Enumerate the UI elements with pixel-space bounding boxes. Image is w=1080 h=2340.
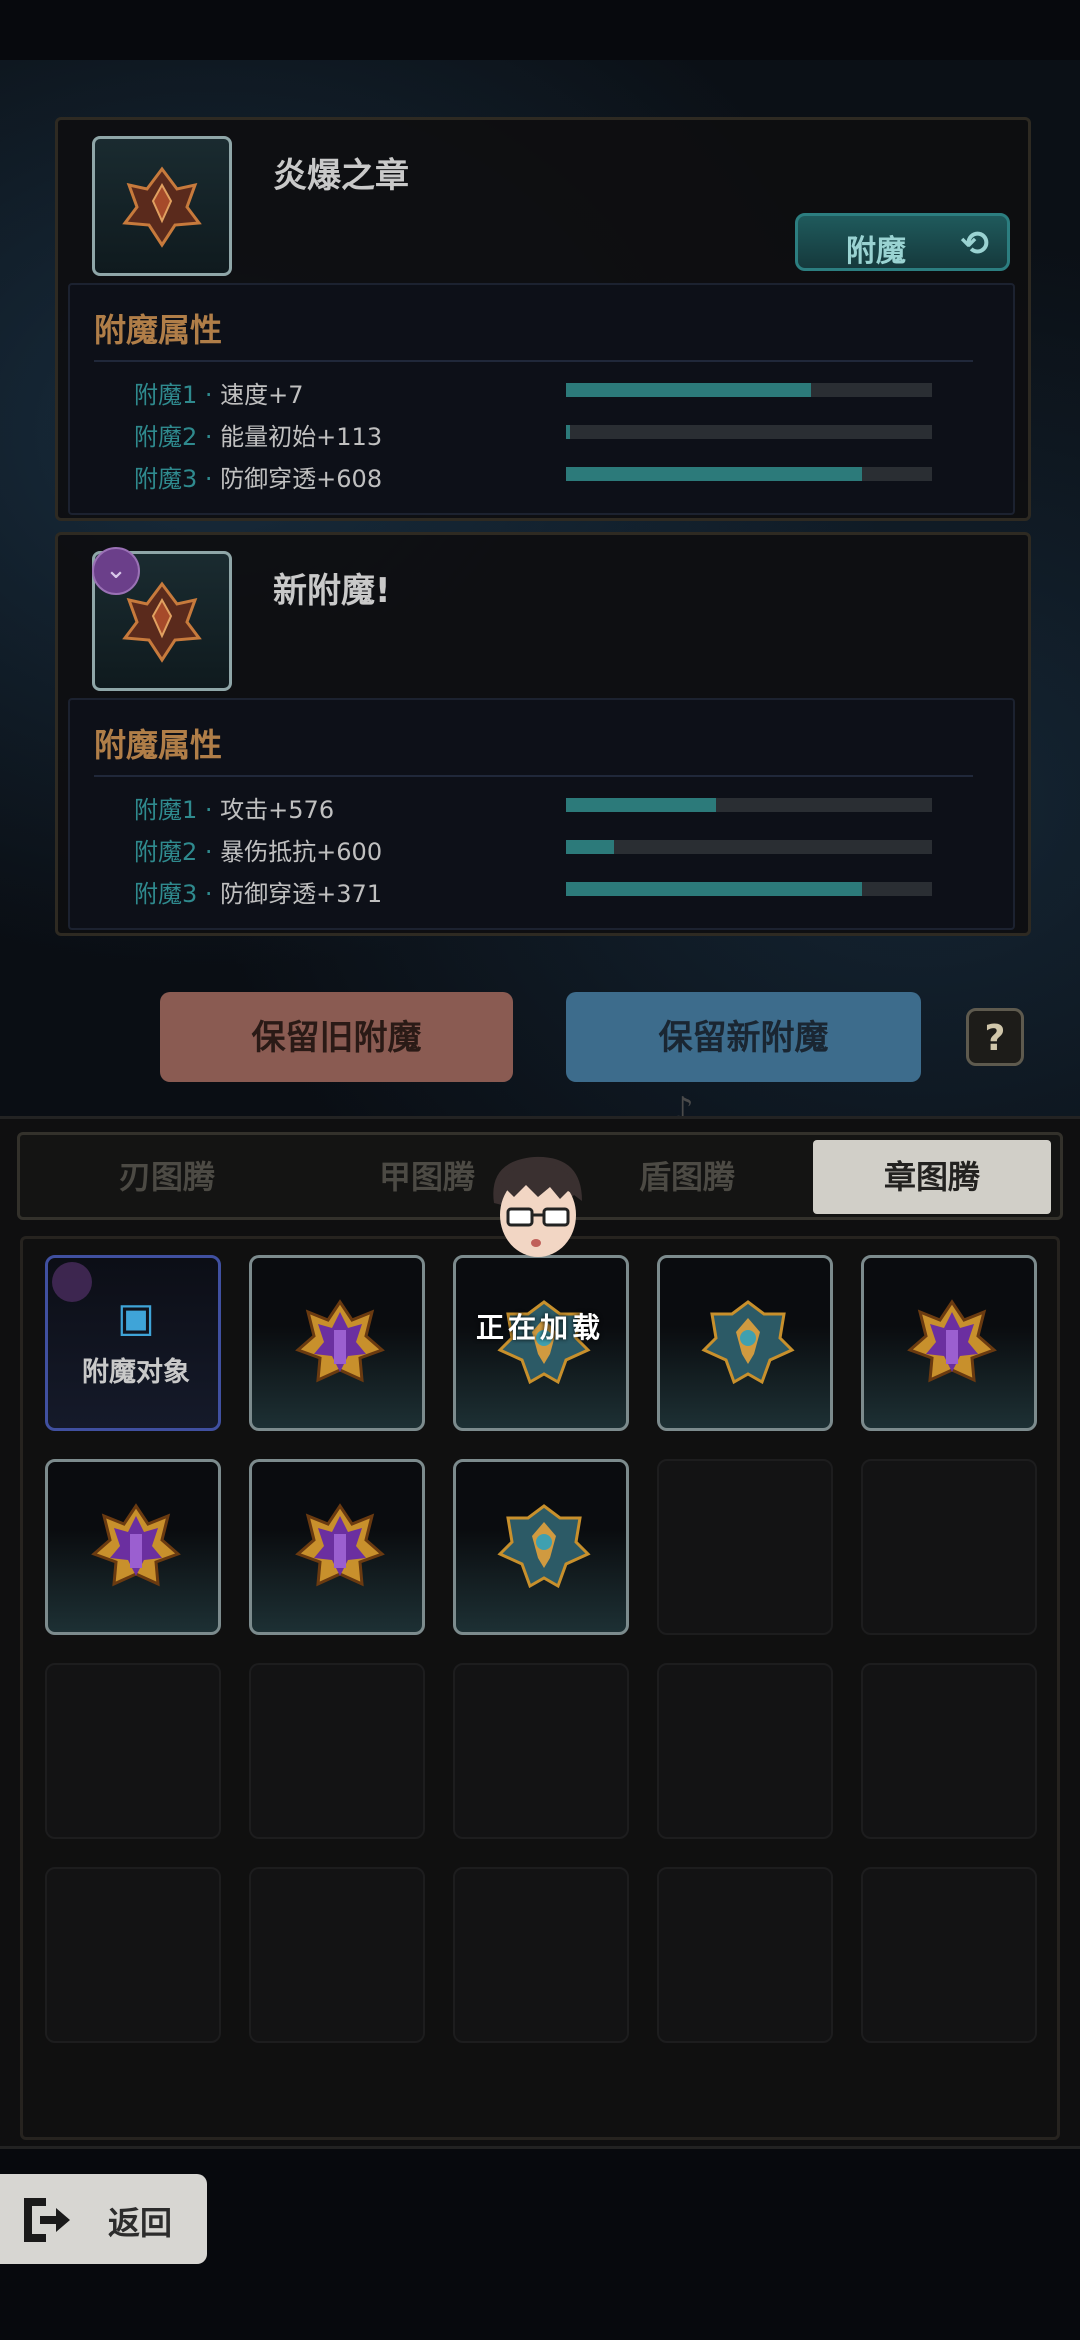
attribute-bar-fill xyxy=(566,798,717,812)
attribute-row: 附魔1 · 速度+7 xyxy=(134,375,954,411)
attribute-key: 附魔1 xyxy=(134,381,198,409)
empty-slot[interactable] xyxy=(45,1867,221,2043)
badge-icon xyxy=(52,1262,92,1302)
attribute-bar xyxy=(566,798,932,812)
attribute-bar xyxy=(566,383,932,397)
attribute-row: 附魔1 · 攻击+576 xyxy=(134,790,954,826)
tab-chapter-totem[interactable]: 章图腾 xyxy=(813,1140,1051,1214)
attribute-separator: · xyxy=(197,381,221,409)
totem-slot[interactable] xyxy=(249,1459,425,1635)
totem-grid: ▣ 附魔对象 xyxy=(20,1236,1060,2140)
totem-slot[interactable] xyxy=(657,1255,833,1431)
teal-crest-icon xyxy=(701,1300,795,1385)
totem-slot[interactable] xyxy=(45,1459,221,1635)
chip-icon: ▣ xyxy=(117,1295,155,1341)
current-enchant-panel: 炎爆之章 附魔 ⟲ 附魔属性 附魔1 · 速度+7 附魔2 · 能量初始+113… xyxy=(55,117,1031,521)
enchant-button[interactable]: 附魔 ⟲ xyxy=(795,213,1010,271)
attribute-separator: · xyxy=(197,838,221,866)
attribute-separator: · xyxy=(197,423,221,451)
attribute-bar-fill xyxy=(566,467,863,481)
back-button[interactable]: 返回 xyxy=(0,2174,207,2264)
attribute-bar xyxy=(566,840,932,854)
back-button-label: 返回 xyxy=(108,2204,173,2242)
divider xyxy=(94,360,973,362)
attribute-key: 附魔1 xyxy=(134,796,198,824)
refresh-icon: ⟲ xyxy=(960,224,990,264)
purple-crest-icon xyxy=(907,1299,997,1383)
teal-crest-icon xyxy=(497,1504,591,1589)
empty-slot[interactable] xyxy=(861,1867,1037,2043)
attribute-value: 攻击+576 xyxy=(220,796,335,824)
attribute-row: 附魔3 · 防御穿透+371 xyxy=(134,874,954,910)
attribute-key: 附魔2 xyxy=(134,423,198,451)
empty-slot[interactable] xyxy=(861,1663,1037,1839)
enchant-target-label: 附魔对象 xyxy=(82,1357,190,1388)
attribute-box: 附魔属性 附魔1 · 攻击+576 附魔2 · 暴伤抵抗+600 附魔3 · 防… xyxy=(68,698,1015,930)
crest-icon xyxy=(122,166,202,248)
empty-slot[interactable] xyxy=(453,1867,629,2043)
attribute-bar xyxy=(566,467,932,481)
item-name: 新附魔! xyxy=(273,571,391,611)
keep-old-enchant-button[interactable]: 保留旧附魔 xyxy=(160,992,513,1082)
empty-slot[interactable] xyxy=(45,1663,221,1839)
tab-blade-totem[interactable]: 刃图腾 xyxy=(48,1140,286,1214)
totem-slot[interactable] xyxy=(861,1255,1037,1431)
attribute-key: 附魔2 xyxy=(134,838,198,866)
item-name: 炎爆之章 xyxy=(273,156,409,196)
attribute-bar-fill xyxy=(566,383,812,397)
empty-slot[interactable] xyxy=(657,1867,833,2043)
empty-slot[interactable] xyxy=(453,1663,629,1839)
attribute-box: 附魔属性 附魔1 · 速度+7 附魔2 · 能量初始+113 附魔3 · 防御穿… xyxy=(68,283,1015,515)
help-button[interactable]: ? xyxy=(966,1008,1024,1066)
attribute-separator: · xyxy=(197,465,221,493)
attribute-bar xyxy=(566,882,932,896)
attribute-title: 附魔属性 xyxy=(94,311,223,349)
enchant-button-label: 附魔 xyxy=(846,234,906,269)
attribute-row: 附魔2 · 能量初始+113 xyxy=(134,417,954,453)
purple-crest-icon xyxy=(295,1503,385,1587)
empty-slot[interactable] xyxy=(657,1663,833,1839)
empty-slot[interactable] xyxy=(249,1663,425,1839)
enchant-target-slot[interactable]: ▣ 附魔对象 xyxy=(45,1255,221,1431)
tab-shield-totem[interactable]: 盾图腾 xyxy=(568,1140,806,1214)
item-icon-frame xyxy=(92,136,232,276)
attribute-value: 能量初始+113 xyxy=(220,423,383,451)
keep-new-enchant-button[interactable]: 保留新附魔 xyxy=(566,992,921,1082)
empty-slot[interactable] xyxy=(657,1459,833,1635)
purple-crest-icon xyxy=(295,1299,385,1383)
chevron-down-icon: ⌄ xyxy=(92,547,140,595)
exit-icon xyxy=(24,2198,70,2242)
totem-slot[interactable] xyxy=(249,1255,425,1431)
loading-avatar-icon xyxy=(493,1156,582,1257)
attribute-value: 暴伤抵抗+600 xyxy=(220,838,383,866)
divider xyxy=(94,775,973,777)
attribute-bar-fill xyxy=(566,882,863,896)
empty-slot[interactable] xyxy=(249,1867,425,2043)
attribute-value: 防御穿透+371 xyxy=(220,880,383,908)
empty-slot[interactable] xyxy=(861,1459,1037,1635)
attribute-row: 附魔2 · 暴伤抵抗+600 xyxy=(134,832,954,868)
purple-crest-icon xyxy=(91,1503,181,1587)
attribute-bar xyxy=(566,425,932,439)
attribute-bar-fill xyxy=(566,840,614,854)
new-enchant-panel: ⌄ 新附魔! 附魔属性 附魔1 · 攻击+576 附魔2 · 暴伤抵抗+600 … xyxy=(55,532,1031,936)
attribute-title: 附魔属性 xyxy=(94,726,223,764)
attribute-bar-fill xyxy=(566,425,570,439)
attribute-key: 附魔3 xyxy=(134,880,198,908)
attribute-separator: · xyxy=(197,880,221,908)
attribute-separator: · xyxy=(197,796,221,824)
totem-slot[interactable] xyxy=(453,1459,629,1635)
attribute-key: 附魔3 xyxy=(134,465,198,493)
divider xyxy=(0,2146,1080,2149)
attribute-row: 附魔3 · 防御穿透+608 xyxy=(134,459,954,495)
attribute-value: 防御穿透+608 xyxy=(220,465,383,493)
loading-text: 正在加载 xyxy=(475,1311,604,1344)
attribute-value: 速度+7 xyxy=(220,381,304,409)
